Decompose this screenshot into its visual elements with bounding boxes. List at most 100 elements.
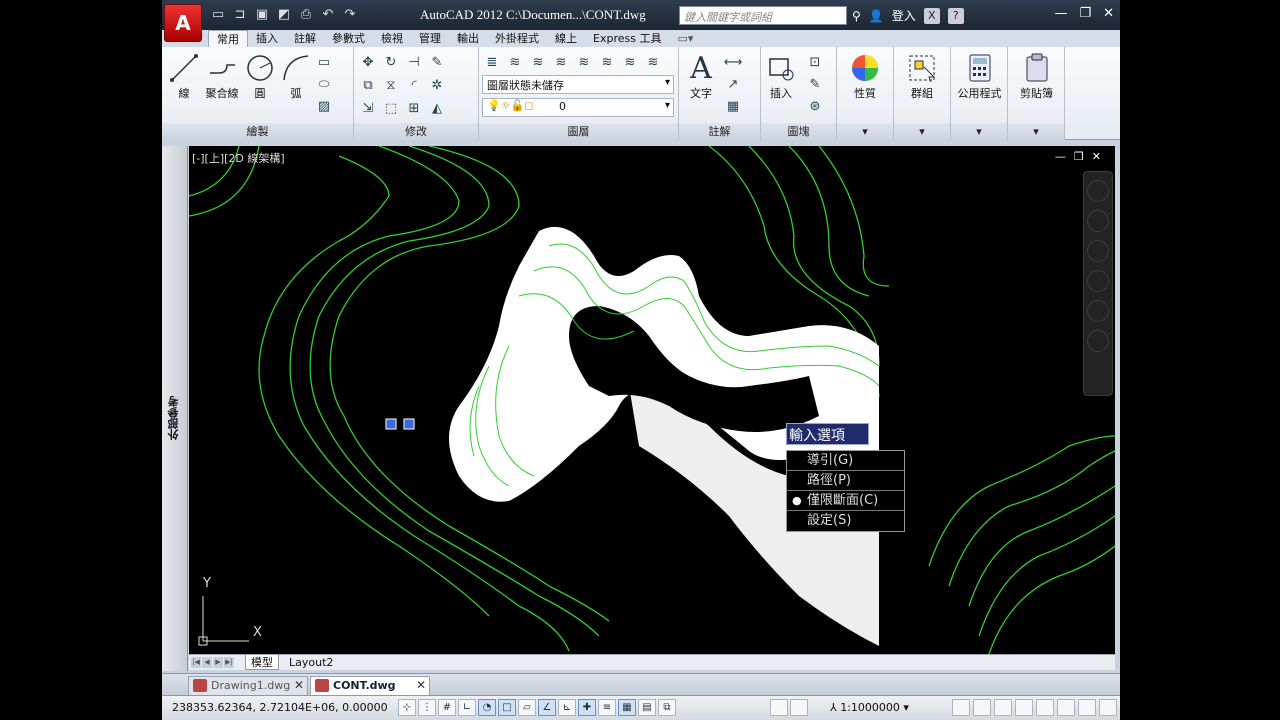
properties-expand-icon[interactable]: ▾ [837, 123, 893, 140]
groups-expand-icon[interactable]: ▾ [894, 123, 950, 140]
layer-isolate-icon[interactable]: ≋ [551, 53, 571, 72]
tab-view[interactable]: 檢視 [373, 30, 411, 47]
dimension-icon[interactable]: ⟷ [723, 53, 743, 72]
quick-properties-icon[interactable]: ▤ [638, 699, 656, 716]
polar-icon[interactable]: ◔ [478, 699, 496, 716]
layer-previous-icon[interactable]: ≋ [643, 53, 663, 72]
mirror-icon[interactable]: ⧖ [381, 76, 401, 95]
utilities-expand-icon[interactable]: ▾ [951, 123, 1007, 140]
viewport-controls-label[interactable]: [-][上][2D 線架構] [192, 150, 285, 166]
otrack-icon[interactable]: ∠ [538, 699, 556, 716]
close-icon[interactable]: ✕ [1103, 6, 1114, 21]
tab-output[interactable]: 輸出 [449, 30, 487, 47]
dynamic-input-icon[interactable]: ✚ [578, 699, 596, 716]
panel-annotation-title[interactable]: 註解 [679, 123, 760, 140]
ellipse-icon[interactable]: ⬭ [314, 75, 334, 94]
tab-online[interactable]: 線上 [547, 30, 585, 47]
tab-model[interactable]: 模型 [245, 655, 279, 670]
binoculars-icon[interactable]: ⚲ [852, 9, 861, 23]
3d-osnap-icon[interactable]: ▱ [518, 699, 536, 716]
viewport-close-icon[interactable]: ✕ [1092, 150, 1101, 163]
layer-match-icon[interactable]: ≋ [620, 53, 640, 72]
status-menu-icon[interactable] [1078, 699, 1096, 716]
clean-screen-icon[interactable] [1099, 699, 1117, 716]
drawing-canvas[interactable]: Y X [-][上][2D 線架構] — ❐ ✕ 輸入選項 導引(G) 路徑(P… [189, 146, 1115, 654]
line-button[interactable]: 線 [164, 51, 204, 101]
annotation-scale[interactable]: ⅄ 1:1000000 ▾ [830, 701, 909, 714]
explode-icon[interactable]: ✲ [427, 76, 447, 95]
tab-manage[interactable]: 管理 [411, 30, 449, 47]
steering-wheel-icon[interactable] [1087, 180, 1109, 202]
clipboard-expand-icon[interactable]: ▾ [1008, 123, 1064, 140]
document-tab[interactable]: CONT.dwg ✕ [310, 676, 430, 695]
hatch-icon[interactable]: ▨ [314, 97, 334, 116]
array-icon[interactable]: ⊞ [404, 99, 424, 118]
open-icon[interactable]: ⊐ [232, 7, 248, 23]
fillet-icon[interactable]: ◜ [404, 76, 424, 95]
close-tab-icon[interactable]: ✕ [294, 677, 304, 694]
ribbon-minimize-icon[interactable]: ▭▾ [669, 30, 701, 47]
redo-icon[interactable]: ↷ [342, 7, 358, 23]
transparency-icon[interactable]: ▦ [618, 699, 636, 716]
menu-item-cross-sections-only[interactable]: ● 僅限斷面(C) [787, 491, 904, 511]
edit-attributes-icon[interactable]: ⊛ [805, 97, 825, 116]
clipboard-button[interactable]: 剪貼簿 [1008, 51, 1065, 101]
table-icon[interactable]: ▦ [723, 97, 743, 116]
rotate-icon[interactable]: ↻ [381, 53, 401, 72]
lineweight-icon[interactable]: ≡ [598, 699, 616, 716]
auto-scale-icon[interactable] [973, 699, 991, 716]
save-icon[interactable]: ▣ [254, 7, 270, 23]
help-icon[interactable]: ? [947, 7, 964, 24]
tab-insert[interactable]: 插入 [248, 30, 286, 47]
tab-home[interactable]: 常用 [208, 30, 248, 47]
save-as-icon[interactable]: ◩ [276, 7, 292, 23]
minimize-icon[interactable]: — [1054, 6, 1067, 21]
layer-state-dropdown[interactable]: 圖層狀態未儲存 [482, 75, 674, 94]
tab-plugins[interactable]: 外掛程式 [487, 30, 547, 47]
viewport-restore-icon[interactable]: ❐ [1074, 150, 1084, 163]
ortho-icon[interactable]: ∟ [458, 699, 476, 716]
text-button[interactable]: A 文字 [681, 51, 721, 101]
trim-icon[interactable]: ⊣ [404, 53, 424, 72]
hardware-acceleration-icon[interactable] [1036, 699, 1054, 716]
exchange-icon[interactable]: X [923, 7, 940, 24]
tab-annotate[interactable]: 註解 [286, 30, 324, 47]
prev-layout-icon[interactable]: ◀ [202, 657, 212, 668]
arc-button[interactable]: 弧 [276, 51, 316, 101]
tab-parametric[interactable]: 參數式 [324, 30, 373, 47]
document-tab[interactable]: Drawing1.dwg ✕ [188, 676, 308, 695]
menu-item-settings[interactable]: 設定(S) [787, 511, 904, 531]
print-icon[interactable]: ⎙ [298, 7, 314, 23]
stretch-icon[interactable]: ⇲ [358, 99, 378, 118]
model-icon[interactable] [770, 699, 788, 716]
restore-icon[interactable]: ❐ [1079, 6, 1091, 21]
panel-modify-title[interactable]: 修改 [354, 123, 478, 140]
layer-lock-icon[interactable]: ≋ [597, 53, 617, 72]
coordinate-readout[interactable]: 238353.62364, 2.72104E+06, 0.00000 [172, 701, 388, 714]
annotation-visibility-icon[interactable] [952, 699, 970, 716]
grip-handle[interactable] [385, 418, 397, 430]
osnap-icon[interactable]: □ [498, 699, 516, 716]
pan-icon[interactable] [1087, 240, 1109, 262]
group-button[interactable]: 群組 [902, 51, 942, 101]
grid-icon[interactable]: # [438, 699, 456, 716]
panel-layers-title[interactable]: 圖層 [479, 123, 678, 140]
insert-button[interactable]: 插入 [761, 51, 801, 101]
panel-draw-title[interactable]: 繪製 [162, 123, 353, 140]
lock-icon[interactable] [1015, 699, 1033, 716]
move-icon[interactable]: ✥ [358, 53, 378, 72]
panel-block-title[interactable]: 圖塊 [761, 123, 836, 140]
steering-wheel-icon[interactable] [1087, 210, 1109, 232]
circle-button[interactable]: 圓 [240, 51, 280, 101]
next-layout-icon[interactable]: ▶ [213, 657, 223, 668]
utilities-button[interactable]: 公用程式 [951, 51, 1008, 101]
snap-icon[interactable]: ⋮ [418, 699, 436, 716]
selection-cycling-icon[interactable]: ⧉ [658, 699, 676, 716]
workspace-icon[interactable] [994, 699, 1012, 716]
properties-button[interactable]: 性質 [845, 51, 885, 101]
layer-off-icon[interactable]: ≋ [528, 53, 548, 72]
viewport-minimize-icon[interactable]: — [1055, 150, 1066, 163]
close-tab-icon[interactable]: ✕ [416, 677, 426, 694]
layer-dropdown[interactable]: 💡☼🔓◻ 0 [482, 98, 674, 117]
copy-icon[interactable]: ⧉ [358, 76, 378, 95]
